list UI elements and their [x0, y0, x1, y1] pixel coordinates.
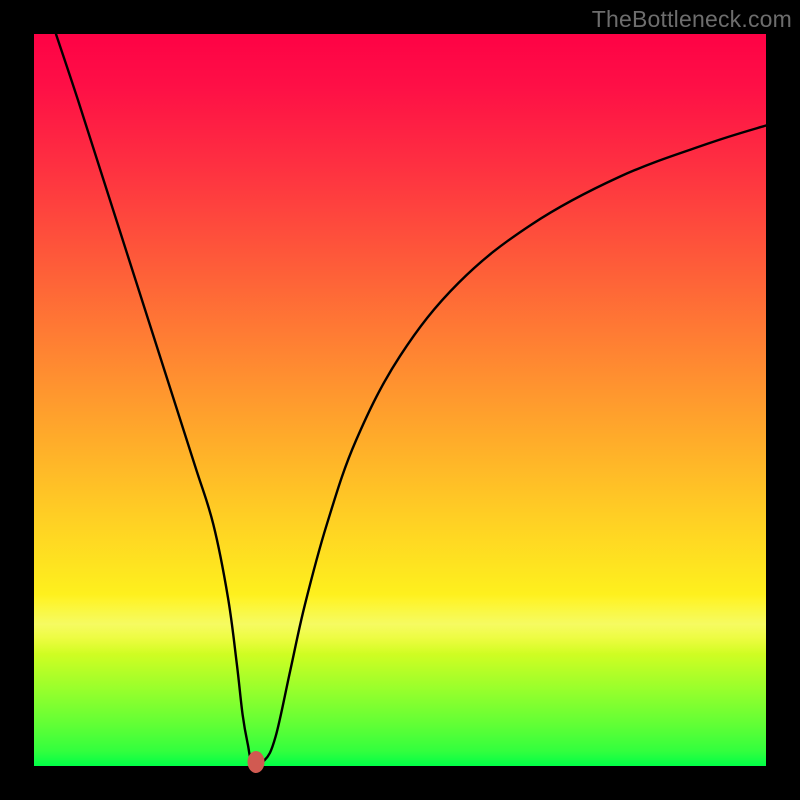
optimum-marker — [247, 751, 264, 773]
plot-background-gradient — [34, 34, 766, 766]
chart-canvas: TheBottleneck.com — [0, 0, 800, 800]
attribution-label: TheBottleneck.com — [592, 6, 792, 33]
